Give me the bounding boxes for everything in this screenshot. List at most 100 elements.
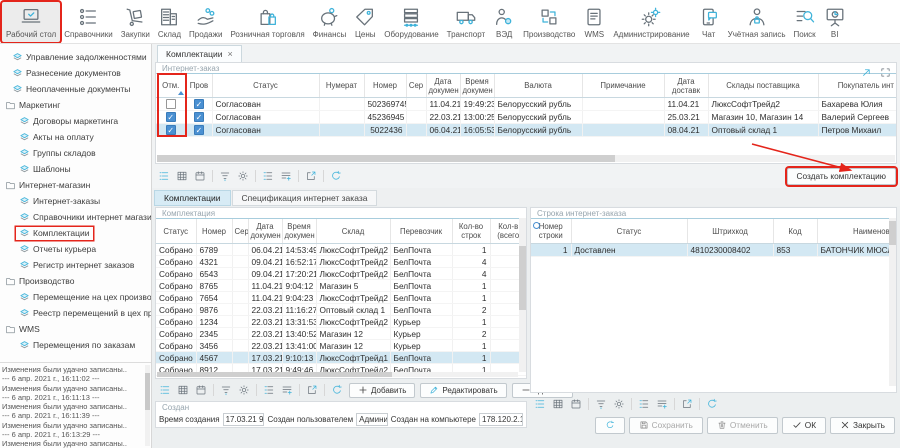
table-row[interactable]: ✓✓Согласован502243606.04.2116:05:53Белор… bbox=[156, 124, 896, 137]
log-scrollbar[interactable] bbox=[145, 365, 150, 446]
column-header[interactable]: Номер bbox=[196, 219, 232, 244]
sidebar-item[interactable]: Перемещения по заказам bbox=[0, 337, 151, 353]
column-header[interactable]: Кол-во строк bbox=[452, 219, 490, 244]
calendar-view-icon[interactable] bbox=[193, 382, 209, 398]
toolbar-item-admin[interactable]: Администрирование bbox=[609, 2, 693, 42]
field-value[interactable]: 178.120.2.11 bbox=[479, 413, 523, 426]
table-view-icon[interactable] bbox=[175, 382, 191, 398]
sidebar-item[interactable]: WMS bbox=[0, 321, 151, 337]
sidebar-item[interactable]: Акты на оплату bbox=[0, 129, 151, 145]
column-header[interactable]: Сер bbox=[232, 219, 248, 244]
add-button[interactable]: Добавить bbox=[349, 383, 415, 398]
numbered-list-icon[interactable] bbox=[636, 396, 652, 412]
toolbar-item-wms[interactable]: WMS bbox=[579, 2, 609, 42]
list-view-icon[interactable] bbox=[157, 382, 173, 398]
tab-komplektacii[interactable]: Комплектации × bbox=[157, 45, 242, 62]
sidebar-item[interactable]: Группы складов bbox=[0, 145, 151, 161]
table-view-icon[interactable] bbox=[174, 168, 190, 184]
checkbox[interactable]: ✓ bbox=[194, 125, 204, 135]
filter-icon[interactable] bbox=[593, 396, 609, 412]
tab-komplektacii-detail[interactable]: Комплектации bbox=[154, 190, 231, 206]
checkbox[interactable] bbox=[166, 99, 176, 109]
column-header[interactable]: Склад bbox=[316, 219, 390, 244]
sidebar-item[interactable]: Разнесение документов bbox=[0, 65, 151, 81]
sidebar-item[interactable]: Реестр перемещений в цех производ bbox=[0, 305, 151, 321]
sidebar-item[interactable]: Интернет-заказы bbox=[0, 193, 151, 209]
table-row[interactable]: Собрано654309.04.2117:20:21ЛюксСофтТрейд… bbox=[156, 268, 526, 280]
sidebar-item[interactable]: Регистр интернет заказов bbox=[0, 257, 151, 273]
toolbar-item-bi[interactable]: BI bbox=[820, 2, 850, 42]
toolbar-item-warehouse[interactable]: Склад bbox=[154, 2, 185, 42]
cancel-button[interactable]: Отменить bbox=[707, 417, 778, 434]
table-row[interactable]: Собрано456717.03.219:10:13ЛюксСофтТрейд1… bbox=[156, 352, 526, 364]
column-header[interactable]: Номер строки bbox=[531, 219, 571, 244]
column-header[interactable]: Время докумен bbox=[460, 74, 494, 98]
numbered-list-icon[interactable] bbox=[261, 382, 277, 398]
column-header[interactable]: Примечание bbox=[582, 74, 664, 98]
column-header[interactable]: Пров bbox=[186, 74, 212, 98]
sidebar-item[interactable]: Перемещение на цех производства bbox=[0, 289, 151, 305]
add-row-icon[interactable] bbox=[654, 396, 670, 412]
table-row[interactable]: ✓Согласован50236974511.04.2119:49:23Бело… bbox=[156, 98, 896, 111]
column-header[interactable]: Наименова bbox=[817, 219, 896, 244]
sidebar-item[interactable]: Производство bbox=[0, 273, 151, 289]
sidebar-item[interactable]: Отчеты курьера bbox=[0, 241, 151, 257]
toolbar-item-chat[interactable]: Чат bbox=[694, 2, 724, 42]
open-window-icon[interactable] bbox=[679, 396, 695, 412]
toolbar-item-references[interactable]: Справочники bbox=[60, 2, 116, 42]
refresh-icon[interactable] bbox=[328, 168, 344, 184]
horizontal-scrollbar[interactable] bbox=[157, 155, 895, 162]
vertical-scrollbar[interactable] bbox=[519, 218, 526, 372]
column-header[interactable]: Статус bbox=[156, 219, 196, 244]
table-row[interactable]: Собрано123422.03.2113:31:53ЛюксСофтТрейд… bbox=[156, 316, 526, 328]
column-header[interactable]: Статус bbox=[212, 74, 319, 98]
table-row[interactable]: 1Доставлен4810230008402853БАТОНЧИК МЮСЛИ… bbox=[531, 244, 896, 257]
tab-close-icon[interactable]: × bbox=[228, 49, 233, 59]
toolbar-item-purchases[interactable]: Закупки bbox=[117, 2, 154, 42]
column-header[interactable]: Покупатель инт bbox=[818, 74, 896, 98]
column-header[interactable]: Склады поставщика bbox=[708, 74, 818, 98]
column-header[interactable]: Время докумен bbox=[282, 219, 316, 244]
list-view-icon[interactable] bbox=[156, 168, 172, 184]
sidebar-item[interactable]: Договоры маркетинга bbox=[0, 113, 151, 129]
vertical-scrollbar[interactable] bbox=[889, 218, 896, 386]
add-row-icon[interactable] bbox=[278, 168, 294, 184]
column-header[interactable]: Код bbox=[773, 219, 817, 244]
create-kit-button[interactable]: Создать комплектацию bbox=[787, 168, 896, 185]
sidebar-item[interactable]: Шаблоны bbox=[0, 161, 151, 177]
toolbar-item-finance[interactable]: Финансы bbox=[309, 2, 351, 42]
refresh-button[interactable] bbox=[595, 417, 625, 434]
checkbox[interactable]: ✓ bbox=[166, 112, 176, 122]
toolbar-item-production[interactable]: Производство bbox=[519, 2, 579, 42]
column-header[interactable]: Валюта bbox=[494, 74, 582, 98]
sidebar-item[interactable]: Интернет-магазин bbox=[0, 177, 151, 193]
table-row[interactable]: Собрано234522.03.2113:40:52Магазин 12Кур… bbox=[156, 328, 526, 340]
refresh-icon[interactable] bbox=[329, 382, 345, 398]
add-row-icon[interactable] bbox=[279, 382, 295, 398]
table-row[interactable]: Собрано345622.03.2113:41:00Магазин 12Кур… bbox=[156, 340, 526, 352]
table-view-icon[interactable] bbox=[550, 396, 566, 412]
save-button[interactable]: Сохранить bbox=[629, 417, 703, 434]
filter-icon[interactable] bbox=[218, 382, 234, 398]
gear-icon[interactable] bbox=[235, 168, 251, 184]
toolbar-item-desktop[interactable]: Рабочий стол bbox=[2, 2, 60, 42]
table-row[interactable]: Собрано987622.03.2111:16:27Оптовый склад… bbox=[156, 304, 526, 316]
column-header[interactable]: Сер bbox=[406, 74, 426, 98]
column-header[interactable]: Дата докумен bbox=[426, 74, 460, 98]
gear-icon[interactable] bbox=[611, 396, 627, 412]
toolbar-item-equipment[interactable]: Оборудование bbox=[380, 2, 442, 42]
close-button[interactable]: Закрыть bbox=[830, 417, 895, 434]
calendar-view-icon[interactable] bbox=[568, 396, 584, 412]
column-header[interactable]: Нумерат bbox=[319, 74, 364, 98]
checkbox[interactable]: ✓ bbox=[194, 99, 204, 109]
sidebar-item[interactable]: Справочники интернет магазина bbox=[0, 209, 151, 225]
sidebar-item[interactable]: Комплектации bbox=[0, 225, 151, 241]
toolbar-item-ved[interactable]: ВЭД bbox=[489, 2, 519, 42]
column-header[interactable]: Номер bbox=[364, 74, 406, 98]
toolbar-item-sales[interactable]: Продажи bbox=[185, 2, 226, 42]
sidebar-item[interactable]: Неоплаченные документы bbox=[0, 81, 151, 97]
column-header[interactable]: Отм. bbox=[156, 74, 186, 98]
table-row[interactable]: Собрано432109.04.2116:52:17ЛюксСофтТрейд… bbox=[156, 256, 526, 268]
table-row[interactable]: ✓✓Согласован4523694522.03.2113:00:25Бело… bbox=[156, 111, 896, 124]
column-header[interactable]: Дата доставк bbox=[664, 74, 708, 98]
